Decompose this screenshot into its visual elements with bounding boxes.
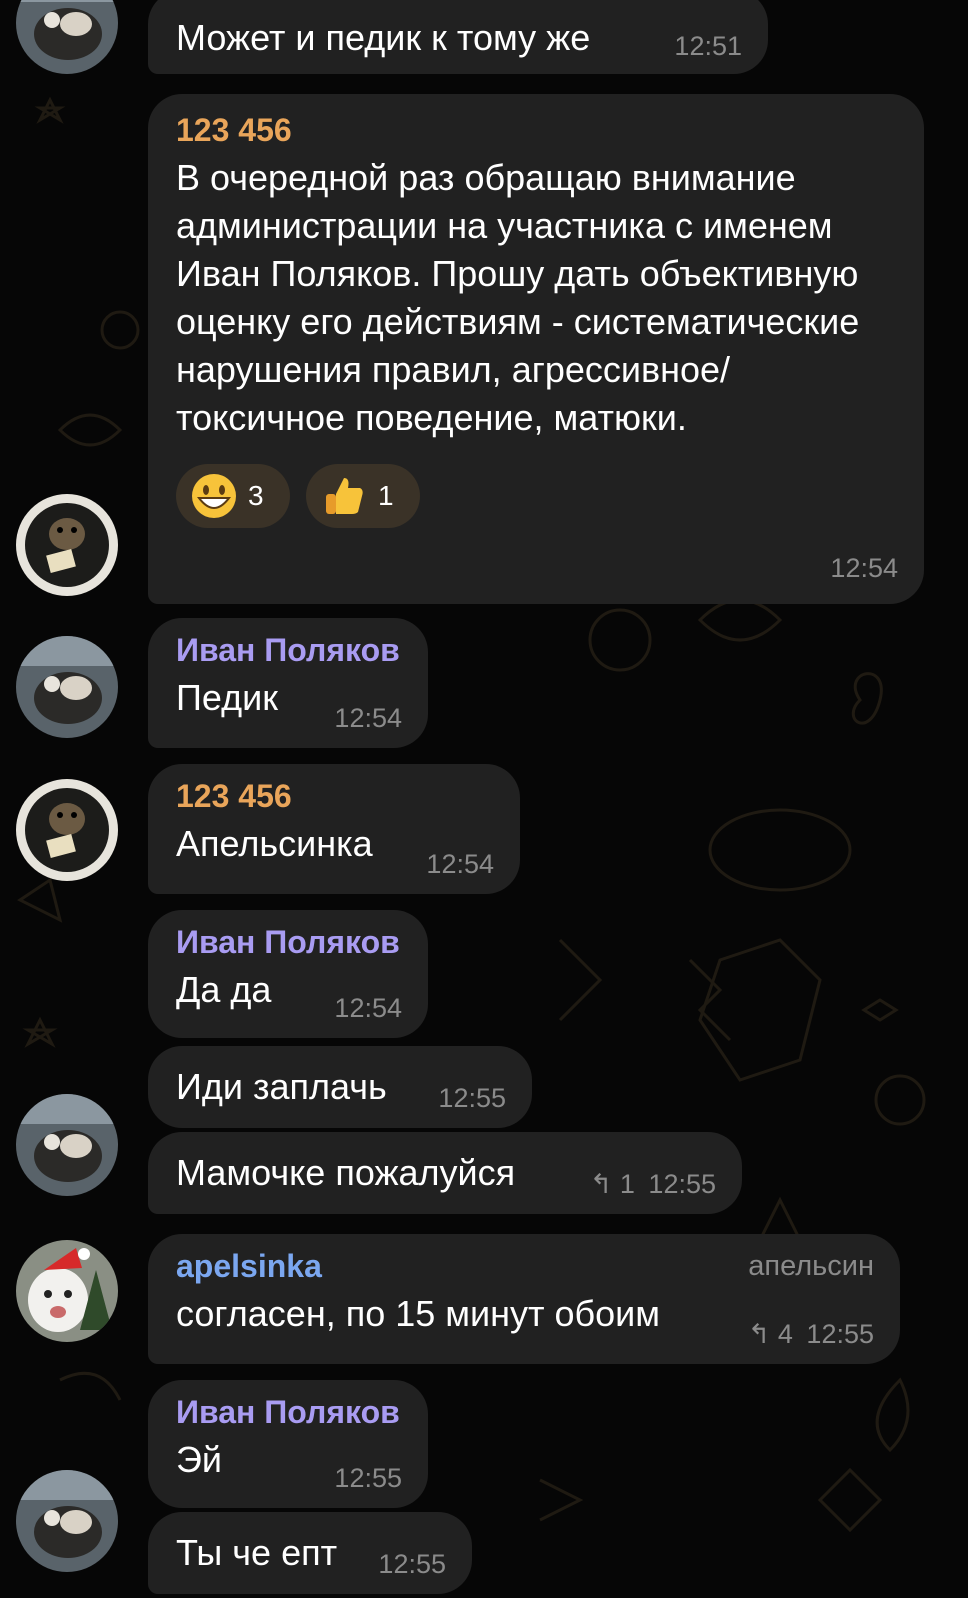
sender-name[interactable]: 123 456: [176, 776, 492, 816]
sender-name[interactable]: Иван Поляков: [176, 630, 400, 670]
message-time: ↰ 4 12:55: [748, 1319, 874, 1350]
reaction-thumbs-up[interactable]: 1: [306, 464, 420, 528]
message-time: ↰ 1 12:55: [590, 1169, 716, 1200]
time-value: 12:55: [806, 1319, 874, 1349]
message-bubble[interactable]: Иван Поляков Да да 12:54: [148, 910, 428, 1038]
sender-name[interactable]: 123 456: [176, 110, 896, 150]
message-time: 12:54: [426, 849, 494, 879]
reply-icon: ↰: [747, 1319, 771, 1349]
avatar-123456[interactable]: [16, 494, 118, 596]
replies-indicator[interactable]: ↰ 1: [590, 1169, 643, 1199]
message-time: 12:55: [438, 1083, 506, 1113]
message-time: 12:55: [378, 1549, 446, 1579]
avatar-apelsinka[interactable]: [16, 1240, 118, 1342]
message-time: 12:54: [334, 993, 402, 1023]
avatar-123456[interactable]: [16, 779, 118, 881]
replies-indicator[interactable]: ↰ 4: [748, 1319, 801, 1349]
thumbs-up-emoji: [326, 478, 363, 514]
message-time: 12:54: [830, 553, 898, 583]
reply-icon: ↰: [589, 1169, 613, 1199]
message-text: В очередной раз обращаю внимание админис…: [176, 157, 870, 438]
avatar-ivan-polyakov[interactable]: [16, 1470, 118, 1572]
reaction-count: 3: [248, 480, 264, 511]
reactions-bar: 3 1: [176, 464, 896, 528]
message-bubble[interactable]: Может и педик к тому же 12:51: [148, 0, 768, 74]
message-bubble[interactable]: Иван Поляков Педик 12:54: [148, 618, 428, 748]
replies-count: 4: [777, 1319, 793, 1349]
message-bubble[interactable]: 123 456 Апельсинка 12:54: [148, 764, 520, 894]
grinning-face-emoji: [192, 474, 236, 518]
member-role-title: апельсин: [748, 1250, 874, 1282]
avatar-ivan-polyakov[interactable]: [16, 636, 118, 738]
message-bubble[interactable]: Ты че епт 12:55: [148, 1512, 472, 1594]
message-time: 12:51: [674, 31, 742, 61]
message-bubble[interactable]: Иван Поляков Эй 12:55: [148, 1380, 428, 1508]
message-bubble[interactable]: Мамочке пожалуйся ↰ 1 12:55: [148, 1132, 742, 1214]
message-bubble[interactable]: Иди заплачь 12:55: [148, 1046, 532, 1128]
message-text: Может и педик к тому же: [176, 17, 591, 58]
time-value: 12:55: [648, 1169, 716, 1199]
message-bubble[interactable]: apelsinka апельсин согласен, по 15 минут…: [148, 1234, 900, 1364]
reaction-grinning[interactable]: 3: [176, 464, 290, 528]
message-bubble[interactable]: 123 456 В очередной раз обращаю внимание…: [148, 94, 924, 604]
message-time: 12:54: [334, 703, 402, 733]
avatar-ivan-polyakov[interactable]: [16, 1094, 118, 1196]
sender-name[interactable]: Иван Поляков: [176, 1392, 400, 1432]
message-time: 12:55: [334, 1463, 402, 1493]
replies-count: 1: [619, 1169, 635, 1199]
sender-name[interactable]: Иван Поляков: [176, 922, 400, 962]
reaction-count: 1: [378, 480, 394, 511]
